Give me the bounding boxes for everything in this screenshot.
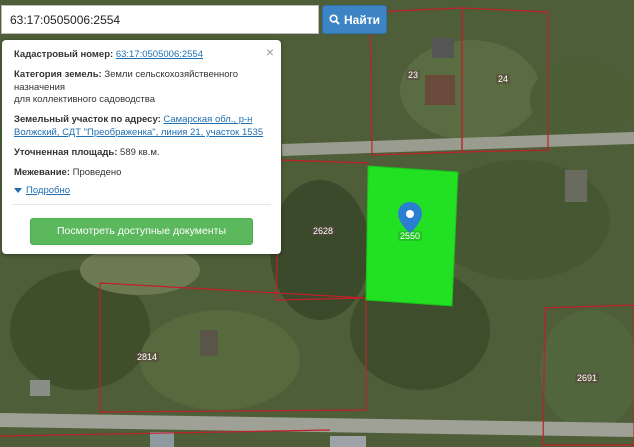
category-value-1: Земли сельскохозяйственного [104,68,239,80]
parcel-label: 2550 [398,231,423,241]
category-label: Категория земель: [14,68,102,80]
address-link-1[interactable]: Самарская обл., р-н [163,114,252,125]
area-label: Уточненная площадь: [14,146,118,158]
cadastral-label: Кадастровый номер: [14,49,114,60]
survey-label: Межевание: [14,166,70,178]
cadastral-row: Кадастровый номер: 63:17:0505006:2554 [14,49,269,62]
parcel-label: 2628 [311,226,336,236]
area-row: Уточненная площадь: 589 кв.м. [14,147,269,160]
details-toggle[interactable]: Подробно [14,185,269,198]
parcel-label: 23 [406,70,421,80]
area-value: 589 кв.м. [120,146,160,158]
find-button-label: Найти [344,12,380,27]
parcel-info-popup: × Кадастровый номер: 63:17:0505006:2554 … [2,40,281,254]
close-icon[interactable]: × [266,43,274,62]
search-input[interactable] [1,5,319,34]
triangle-down-icon [14,188,22,194]
divider [12,204,271,206]
category-value-3: для коллективного садоводства [14,94,155,106]
survey-value: Проведено [72,166,122,178]
parcel-label: 2814 [135,352,160,362]
parcel-label: 2691 [575,373,600,383]
address-link-2[interactable]: Волжский, СДТ "Преображенка", линия 21, … [14,127,263,138]
cadastral-link[interactable]: 63:17:0505006:2554 [116,49,203,60]
category-row: Категория земель: Земли сельскохозяйстве… [14,69,269,107]
view-documents-button[interactable]: Посмотреть доступные документы [30,218,253,245]
category-value-2: назначения [14,81,66,93]
details-link[interactable]: Подробно [26,185,70,198]
find-button[interactable]: Найти [322,5,387,34]
parcel-label: 24 [496,74,511,84]
address-row: Земельный участок по адресу: Самарская о… [14,114,269,140]
survey-row: Межевание: Проведено [14,167,269,180]
address-label: Земельный участок по адресу: [14,114,161,126]
search-icon [329,14,340,25]
